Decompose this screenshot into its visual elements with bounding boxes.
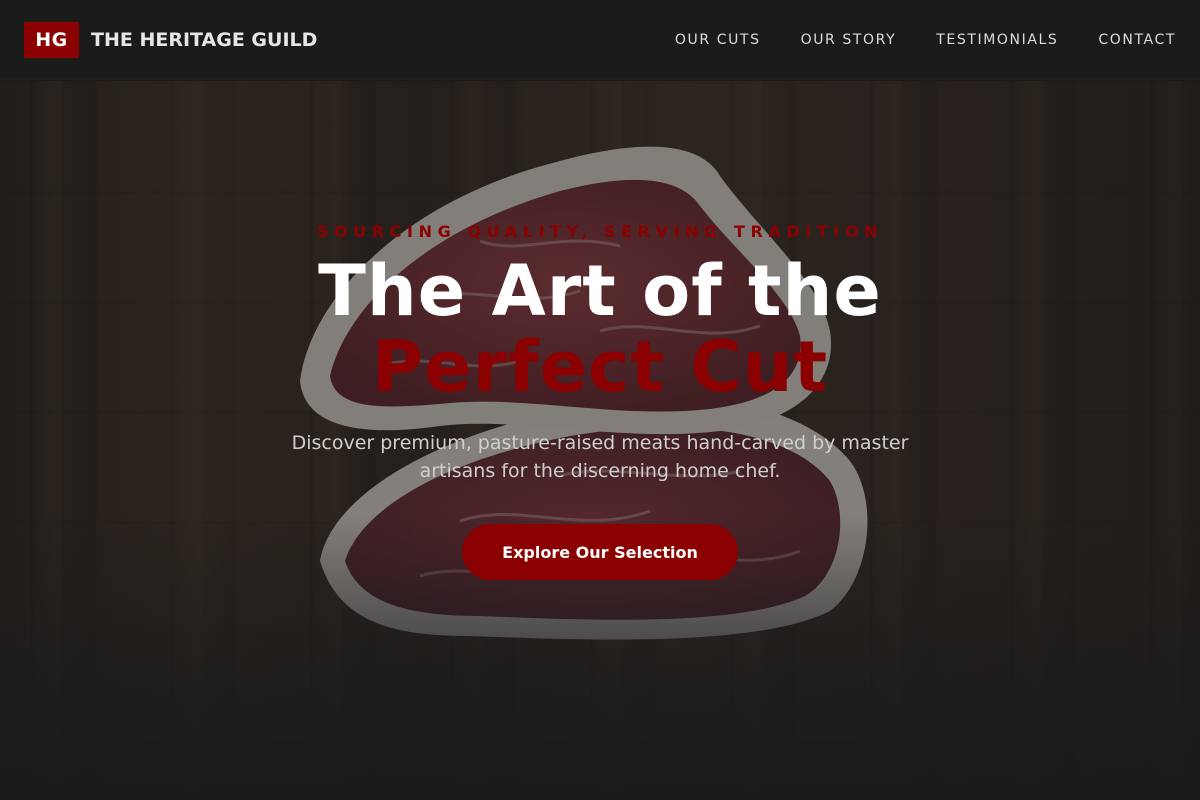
explore-selection-button[interactable]: Explore Our Selection (462, 524, 738, 580)
logo-badge: HG (24, 22, 79, 58)
hero-eyebrow: SOURCING QUALITY, SERVING TRADITION (316, 222, 884, 241)
site-header: HG THE HERITAGE GUILD OUR CUTS OUR STORY… (0, 0, 1200, 80)
logo[interactable]: HG THE HERITAGE GUILD (24, 22, 317, 58)
logo-name: THE HERITAGE GUILD (91, 29, 318, 51)
nav-link-testimonials[interactable]: TESTIMONIALS (936, 32, 1058, 48)
hero-headline: The Art of the Perfect Cut (0, 253, 1200, 405)
hero-subtitle: Discover premium, pasture-raised meats h… (291, 432, 909, 482)
main-nav: OUR CUTS OUR STORY TESTIMONIALS CONTACT (635, 0, 1176, 80)
hero-headline-line2: Perfect Cut (371, 326, 829, 408)
nav-link-contact[interactable]: CONTACT (1098, 32, 1176, 48)
hero-content: SOURCING QUALITY, SERVING TRADITION The … (0, 81, 1200, 800)
nav-link-our-cuts[interactable]: OUR CUTS (675, 32, 761, 48)
nav-link-our-story[interactable]: OUR STORY (801, 32, 897, 48)
hero-headline-line1: The Art of the (318, 250, 882, 332)
hero-section: SOURCING QUALITY, SERVING TRADITION The … (0, 81, 1200, 800)
